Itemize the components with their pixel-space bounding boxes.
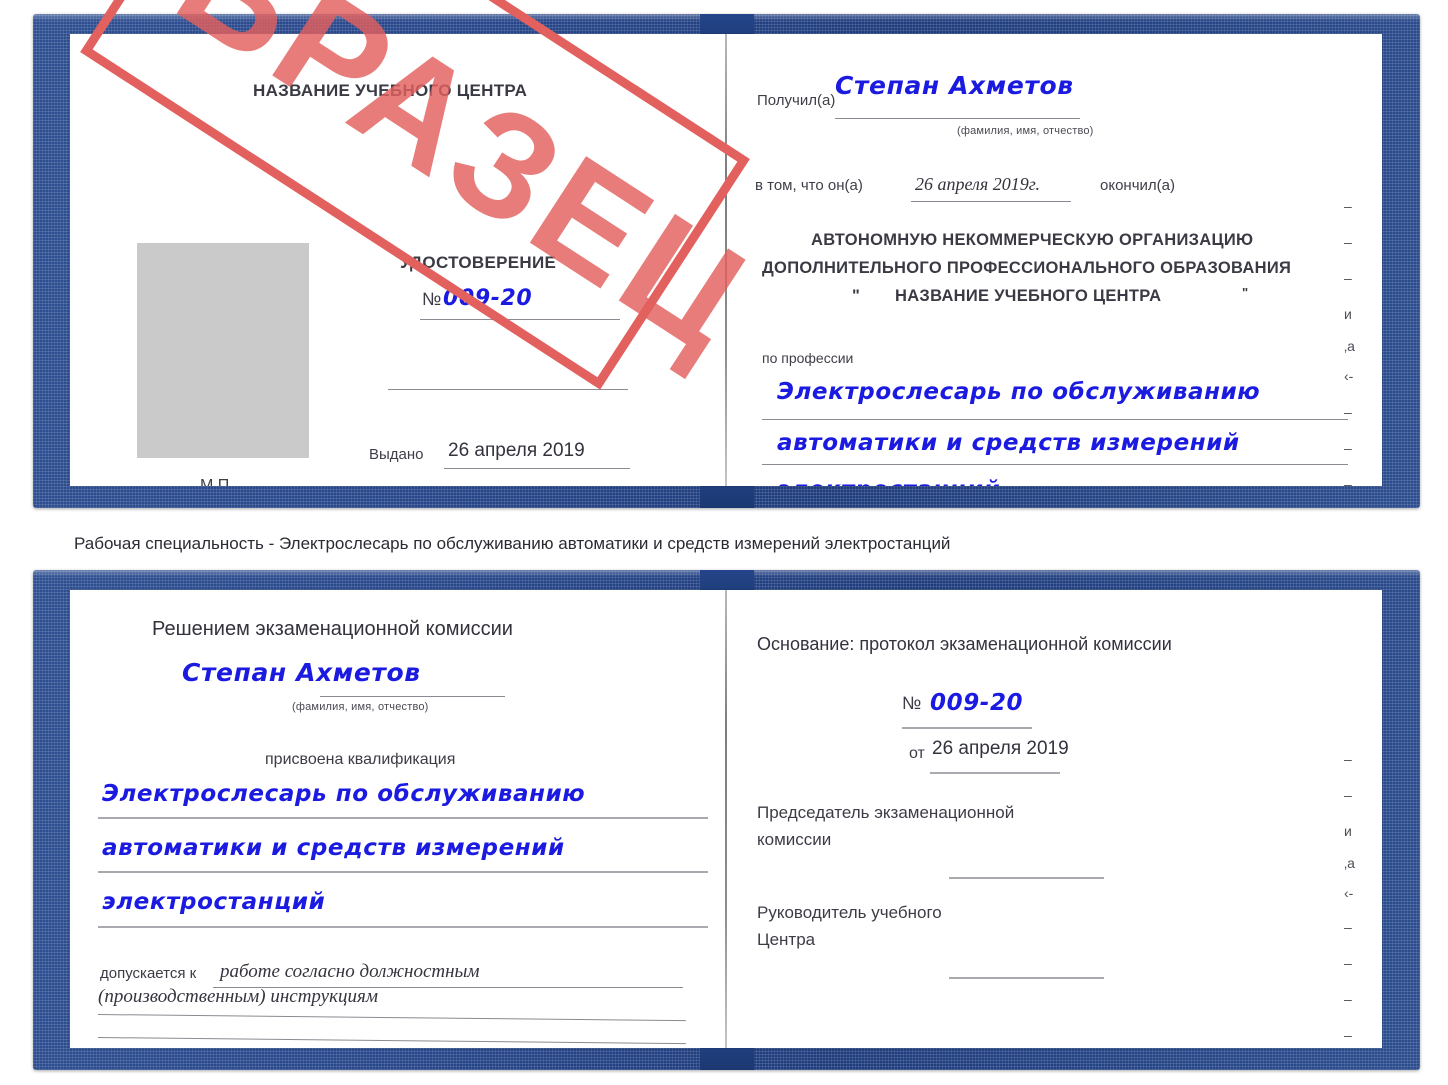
- qualification-rule-2: [98, 871, 708, 873]
- protocol-date-value: 26 апреля 2019: [932, 738, 1069, 759]
- protocol-number-value: 009-20: [930, 690, 1024, 716]
- number-rule: [420, 319, 620, 320]
- qualification-rule-1: [98, 817, 708, 819]
- decision-title: Решением экзаменационной комиссии: [152, 618, 513, 640]
- profession-label: по профессии: [762, 350, 854, 366]
- open-pages-bottom: Решением экзаменационной комиссии Степан…: [70, 590, 1382, 1048]
- org-quote-open: ": [852, 287, 861, 305]
- admitted-label: допускается к: [100, 965, 197, 982]
- admitted-rule-3: [97, 1037, 686, 1045]
- profession-rule-2: [762, 464, 1348, 465]
- protocol-date-rule: [930, 772, 1060, 774]
- number-value: 009-20: [443, 286, 533, 311]
- basis-label: Основание: протокол экзаменационной коми…: [757, 634, 1172, 654]
- issued-rule: [444, 468, 630, 469]
- profession-line-1: Электрослесарь по обслуживанию: [777, 379, 1261, 405]
- received-value: Степан Ахметов: [835, 71, 1074, 100]
- student-name-value: Степан Ахметов: [182, 658, 421, 687]
- margin-marks-bottom: – – и ‚а ‹- – – – –: [1344, 751, 1355, 1043]
- certificate-bottom: Решением экзаменационной комиссии Степан…: [33, 570, 1420, 1070]
- chairman-line-1: Председатель экзаменационной: [757, 803, 1015, 822]
- protocol-number-label: №: [902, 693, 922, 713]
- issued-label: Выдано: [369, 446, 424, 463]
- open-pages-top: НАЗВАНИЕ УЧЕБНОГО ЦЕНТРА УДОСТОВЕРЕНИЕ №…: [70, 34, 1382, 486]
- in-that-rule: [911, 201, 1071, 202]
- document-type-label: УДОСТОВЕРЕНИЕ: [400, 253, 557, 272]
- blank-rule-1: [388, 389, 628, 390]
- profession-line-3: электростанций: [777, 477, 1000, 486]
- admitted-value-1: работе согласно должностным: [220, 961, 480, 982]
- issued-value: 26 апреля 2019: [448, 440, 585, 461]
- received-rule: [835, 118, 1080, 119]
- in-that-label: в том, что он(а): [755, 177, 863, 194]
- admitted-value-2: (производственным) инструкциям: [98, 986, 378, 1007]
- photo-placeholder: [137, 243, 309, 458]
- qualification-line-1: Электрослесарь по обслуживанию: [102, 781, 586, 807]
- head-line-1: Руководитель учебного: [757, 903, 942, 922]
- page-left-top: НАЗВАНИЕ УЧЕБНОГО ЦЕНТРА УДОСТОВЕРЕНИЕ №…: [70, 34, 725, 486]
- student-name-hint: (фамилия, имя, отчество): [292, 701, 429, 713]
- profession-rule-1: [762, 419, 1348, 420]
- org-line-3: НАЗВАНИЕ УЧЕБНОГО ЦЕНТРА: [895, 287, 1162, 305]
- qualification-line-2: автоматики и средств измерений: [102, 835, 565, 861]
- head-line-2: Центра: [757, 930, 816, 949]
- head-signature-rule: [949, 977, 1104, 979]
- margin-marks-top: – – – и ‚а ‹- – – –: [1344, 198, 1355, 486]
- profession-line-2: автоматики и средств измерений: [777, 430, 1240, 456]
- org-line-1: АВТОНОМНУЮ НЕКОММЕРЧЕСКУЮ ОРГАНИЗАЦИЮ: [811, 231, 1254, 249]
- page-caption: Рабочая специальность - Электрослесарь п…: [74, 534, 951, 553]
- in-that-value: 26 апреля 2019г.: [915, 174, 1041, 194]
- received-label: Получил(а): [757, 92, 836, 109]
- qualification-rule-3: [98, 926, 708, 928]
- name-hint: (фамилия, имя, отчество): [957, 125, 1094, 137]
- seal-label: М.П.: [200, 477, 234, 486]
- qualification-label: присвоена квалификация: [265, 751, 456, 768]
- org-quote-close: ": [1242, 285, 1249, 300]
- number-label: №: [422, 289, 442, 309]
- page-right-top: Получил(а) Степан Ахметов (фамилия, имя,…: [727, 34, 1382, 486]
- finished-label: окончил(а): [1100, 177, 1175, 194]
- page-left-bottom: Решением экзаменационной комиссии Степан…: [70, 590, 725, 1048]
- admitted-rule-2: [97, 1014, 686, 1022]
- student-name-rule: [320, 696, 505, 697]
- protocol-date-label: от: [909, 745, 925, 762]
- certificate-top: НАЗВАНИЕ УЧЕБНОГО ЦЕНТРА УДОСТОВЕРЕНИЕ №…: [33, 0, 1420, 508]
- chairman-line-2: комиссии: [757, 830, 832, 849]
- org-line-2: ДОПОЛНИТЕЛЬНОГО ПРОФЕССИОНАЛЬНОГО ОБРАЗО…: [762, 259, 1292, 277]
- org-title-left: НАЗВАНИЕ УЧЕБНОГО ЦЕНТРА: [253, 81, 528, 100]
- qualification-line-3: электростанций: [102, 889, 326, 915]
- protocol-number-rule: [902, 727, 1032, 729]
- page-right-bottom: Основание: протокол экзаменационной коми…: [727, 590, 1382, 1048]
- chairman-signature-rule: [949, 877, 1104, 879]
